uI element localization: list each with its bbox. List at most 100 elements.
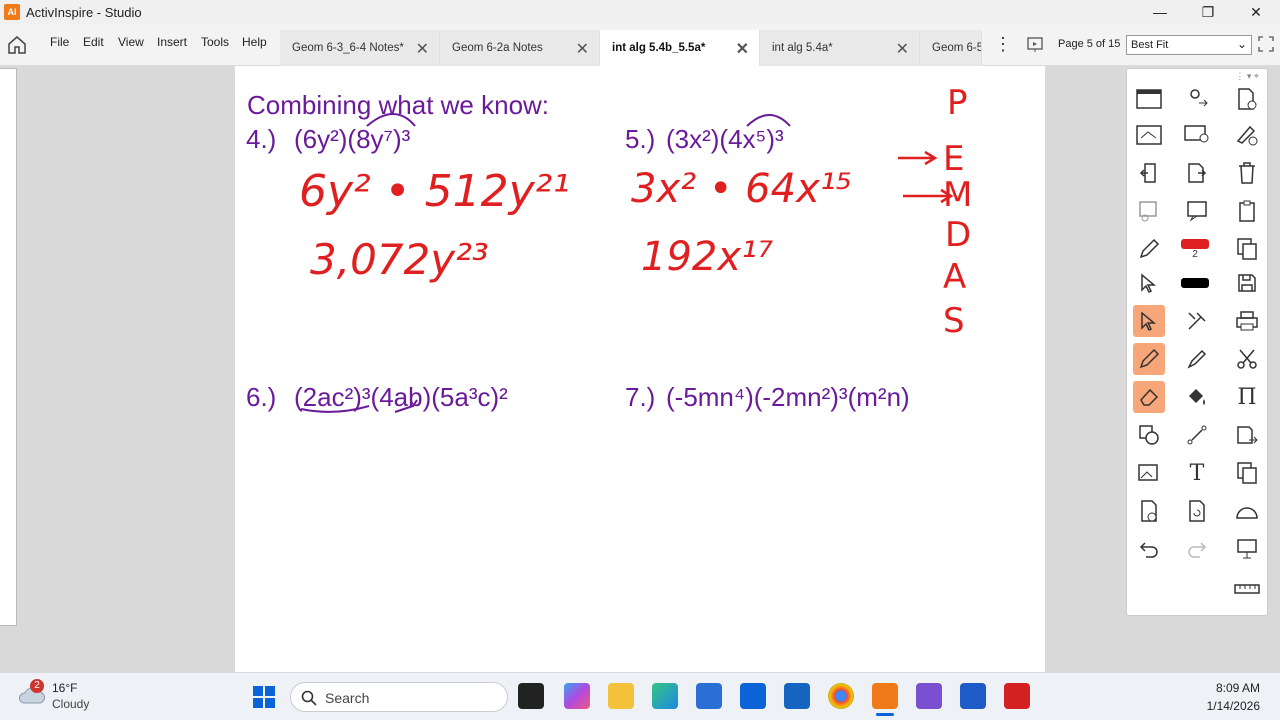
window-title: ActivInspire - Studio xyxy=(26,4,142,20)
clear-page-icon[interactable] xyxy=(1133,495,1165,527)
word-icon[interactable] xyxy=(960,683,986,709)
windows-start-icon[interactable] xyxy=(252,685,276,709)
title-bar: AI ActivInspire - Studio — ❐ ✕ xyxy=(0,0,1280,24)
close-button[interactable]: ✕ xyxy=(1232,0,1280,24)
next-page-icon[interactable] xyxy=(1181,157,1213,189)
tab-geom-6-2a[interactable]: Geom 6-2a Notes ✕ xyxy=(440,30,600,66)
activinspire-taskbar-icon[interactable] xyxy=(872,683,898,709)
microsoft-store-icon[interactable] xyxy=(696,683,722,709)
select-pointer-icon[interactable] xyxy=(1133,267,1165,299)
close-tab-icon[interactable]: ✕ xyxy=(576,39,589,59)
chrome-icon[interactable] xyxy=(828,683,854,709)
weather-description: Cloudy xyxy=(52,697,90,711)
file-explorer-icon[interactable] xyxy=(608,683,634,709)
ink-p4-step2: 3,072y²³ xyxy=(310,235,489,284)
ink-arrow-m xyxy=(903,188,954,204)
desktop-annotate-icon[interactable] xyxy=(1133,119,1165,151)
red-color-swatch[interactable] xyxy=(1181,238,1209,249)
outlook-new-icon[interactable] xyxy=(784,683,810,709)
outlook-icon[interactable] xyxy=(740,683,766,709)
highlighter-icon[interactable] xyxy=(1181,343,1213,375)
close-tab-icon[interactable]: ✕ xyxy=(416,39,429,59)
protractor-icon[interactable] xyxy=(1231,495,1263,527)
clock-time[interactable]: 8:09 AM xyxy=(1216,681,1260,695)
marquee-tools-icon[interactable] xyxy=(1181,305,1213,337)
print-icon[interactable] xyxy=(1231,305,1263,337)
close-tab-icon[interactable]: ✕ xyxy=(736,39,749,59)
paste-icon[interactable] xyxy=(1231,195,1263,227)
reset-page-icon[interactable] xyxy=(1181,495,1213,527)
zoom-value: Best Fit xyxy=(1131,39,1169,51)
active-app-indicator xyxy=(876,713,894,716)
paste-page-icon[interactable] xyxy=(1231,457,1263,489)
flipchart-page[interactable]: Combining what we know: 4.) (6y²)(8y⁷)³ … xyxy=(235,66,1045,672)
eraser-tool-active-icon[interactable] xyxy=(1133,381,1165,413)
menu-tools[interactable]: Tools xyxy=(201,35,229,49)
acrobat-icon[interactable] xyxy=(1004,683,1030,709)
fullscreen-icon[interactable] xyxy=(1258,36,1274,52)
pen-color-swatch[interactable]: 2 xyxy=(1167,233,1223,265)
pen-tool-active-icon[interactable] xyxy=(1133,343,1165,375)
trash-icon[interactable] xyxy=(1231,157,1263,189)
tab-int-alg-5-4b-5-5a[interactable]: int alg 5.4b_5.5a* ✕ xyxy=(600,30,760,66)
ink-p5-step1: 3x² • 64x¹⁵ xyxy=(631,166,852,212)
pen-tool-icon[interactable] xyxy=(1133,233,1165,265)
ink-exponent-arc-5 xyxy=(746,114,791,127)
maximize-button[interactable]: ❐ xyxy=(1184,0,1232,24)
duplicate-icon[interactable] xyxy=(1231,233,1263,265)
presenter-tools-icon[interactable] xyxy=(1231,533,1263,565)
menu-file[interactable]: File xyxy=(50,35,69,49)
tab-geom-6-3-6-4[interactable]: Geom 6-3_6-4 Notes* ✕ xyxy=(280,30,440,66)
previous-page-icon[interactable] xyxy=(1133,157,1165,189)
search-placeholder: Search xyxy=(325,690,370,706)
user-switch-icon[interactable] xyxy=(1181,83,1213,115)
minimize-button[interactable]: — xyxy=(1136,0,1184,24)
express-poll-icon[interactable] xyxy=(1181,195,1213,227)
tab-int-alg-5-4a[interactable]: int alg 5.4a* ✕ xyxy=(760,30,920,66)
toolbox-options-icon[interactable]: ⋮ ▾ ⌖ xyxy=(1235,71,1259,82)
menu-insert[interactable]: Insert xyxy=(157,35,187,49)
ink-underline-6b xyxy=(394,399,418,413)
ruler-icon[interactable] xyxy=(1231,573,1263,605)
scissors-icon[interactable] xyxy=(1231,343,1263,375)
page-settings-icon[interactable] xyxy=(1231,83,1263,115)
voting-icon[interactable] xyxy=(1133,195,1165,227)
browser-collapse-strip[interactable] xyxy=(0,68,17,626)
tab-geom-6-5[interactable]: Geom 6-5 xyxy=(920,30,982,66)
clock-date[interactable]: 1/14/2026 xyxy=(1207,699,1260,713)
taskbar: 2 16°F Cloudy Search 8:09 AM 1/14/2026 xyxy=(0,672,1280,720)
tab-label: int alg 5.4a* xyxy=(772,42,833,54)
math-tools-icon[interactable]: Π xyxy=(1231,381,1263,413)
ink-arrow-e xyxy=(898,150,938,166)
snipping-tool-icon[interactable] xyxy=(916,683,942,709)
taskbar-search[interactable]: Search xyxy=(290,682,508,712)
close-tab-icon[interactable]: ✕ xyxy=(896,39,909,59)
ink-pemdas-e: E xyxy=(943,139,964,179)
undo-icon[interactable] xyxy=(1133,533,1165,565)
tab-label: Geom 6-3_6-4 Notes* xyxy=(292,42,404,54)
redo-icon[interactable] xyxy=(1181,533,1213,565)
shape-tool-icon[interactable] xyxy=(1133,419,1165,451)
main-menu-icon[interactable] xyxy=(1133,83,1165,115)
page-indicator: Page 5 of 15 xyxy=(1058,38,1121,50)
insert-media-icon[interactable] xyxy=(1133,457,1165,489)
screen-capture-icon[interactable] xyxy=(1181,119,1213,151)
menu-view[interactable]: View xyxy=(118,35,144,49)
page-browser-icon[interactable] xyxy=(1026,36,1044,54)
black-color-swatch[interactable] xyxy=(1167,267,1223,299)
save-icon[interactable] xyxy=(1231,267,1263,299)
task-view-icon[interactable] xyxy=(518,683,544,709)
home-icon[interactable] xyxy=(6,34,28,56)
fill-bucket-icon[interactable] xyxy=(1181,381,1213,413)
edge-browser-icon[interactable] xyxy=(652,683,678,709)
menu-help[interactable]: Help xyxy=(242,35,267,49)
more-tabs-icon[interactable]: ⋮ xyxy=(994,34,1012,55)
text-tool-icon[interactable]: T xyxy=(1181,457,1213,489)
zoom-select[interactable]: Best Fit ⌄ xyxy=(1126,35,1252,55)
pen-settings-icon[interactable] xyxy=(1231,119,1263,151)
select-tool-active-icon[interactable] xyxy=(1133,305,1165,337)
connector-icon[interactable] xyxy=(1181,419,1213,451)
menu-edit[interactable]: Edit xyxy=(83,35,104,49)
microsoft-365-icon[interactable] xyxy=(564,683,590,709)
save-as-icon[interactable] xyxy=(1231,419,1263,451)
